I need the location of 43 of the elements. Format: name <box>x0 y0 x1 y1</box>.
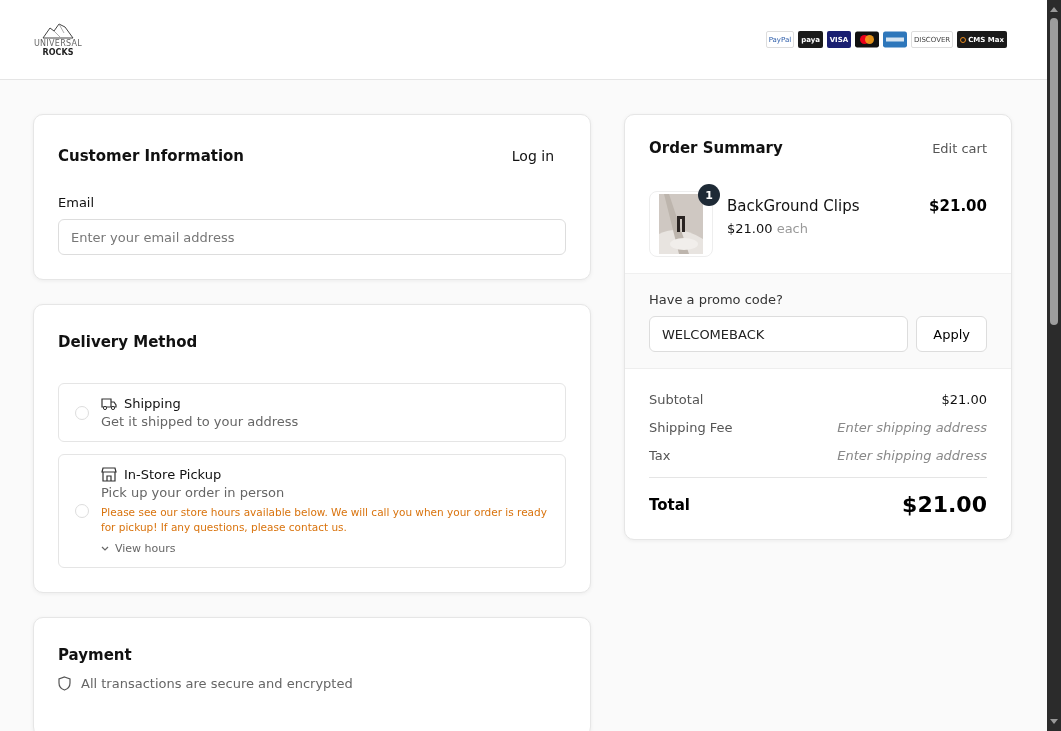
section-title: Order Summary <box>649 139 783 157</box>
item-name: BackGround Clips <box>727 197 861 215</box>
chevron-down-icon <box>101 545 109 552</box>
secure-note: All transactions are secure and encrypted <box>81 676 353 691</box>
promo-code-field[interactable]: WELCOMEBACK <box>649 316 909 352</box>
store-notice: Please see our store hours available below. We will call you when your order is ready for pickup! If any questions, please contact us. <box>101 505 548 535</box>
promo-label: Have a promo code? <box>649 292 784 307</box>
amex-card-icon <box>882 31 907 48</box>
option-title: Shipping <box>124 396 181 411</box>
line-value: Enter shipping address <box>837 419 987 435</box>
section-title: Customer Information <box>58 147 245 165</box>
delivery-option[interactable]: In-Store Pickup Pick up your order in person Please see our store hours available below. We will call you when your order is ready for pickup! If any questions, please contact us. View hours <box>58 454 566 568</box>
line-value: $21.00 <box>941 391 987 407</box>
login-link[interactable]: Log in <box>511 148 554 164</box>
line-label: Subtotal <box>649 391 704 407</box>
unit-suffix: each <box>776 221 808 236</box>
shield-icon <box>58 676 71 691</box>
option-subtitle: Get it shipped to your address <box>101 414 299 429</box>
mastercard-icon <box>854 31 879 48</box>
view-hours-toggle[interactable]: View hours <box>101 538 176 555</box>
item-price: $21.00 <box>929 196 987 215</box>
edit-cart-link[interactable]: Edit cart <box>932 140 987 156</box>
truck-icon <box>101 396 117 411</box>
delivery-option[interactable]: Shipping Get it shipped to your address <box>58 383 566 442</box>
line-label: Shipping Fee <box>649 419 733 435</box>
field-label: Email <box>58 195 96 210</box>
email-field[interactable]: Enter your email address <box>58 219 566 255</box>
logo-text: ROCKS <box>42 47 74 57</box>
line-label: Tax <box>649 447 671 463</box>
section-title: Delivery Method <box>58 333 199 351</box>
unit-price: $21.00 <box>727 221 773 236</box>
option-subtitle: Pick up your order in person <box>101 485 286 500</box>
option-title: In-Store Pickup <box>124 467 222 482</box>
apply-button[interactable]: Apply <box>916 316 987 352</box>
mountain-icon <box>42 22 74 39</box>
quantity-badge: 1 <box>698 184 720 206</box>
line-value: Enter shipping address <box>837 447 987 463</box>
scrollbar-drawing[interactable] <box>1047 0 1061 731</box>
store-icon <box>101 467 117 482</box>
logo-text: UNIVERSAL <box>33 38 83 48</box>
total-value: $21.00 <box>902 492 987 517</box>
total-label: Total <box>649 495 690 514</box>
section-title: Payment <box>58 646 133 664</box>
